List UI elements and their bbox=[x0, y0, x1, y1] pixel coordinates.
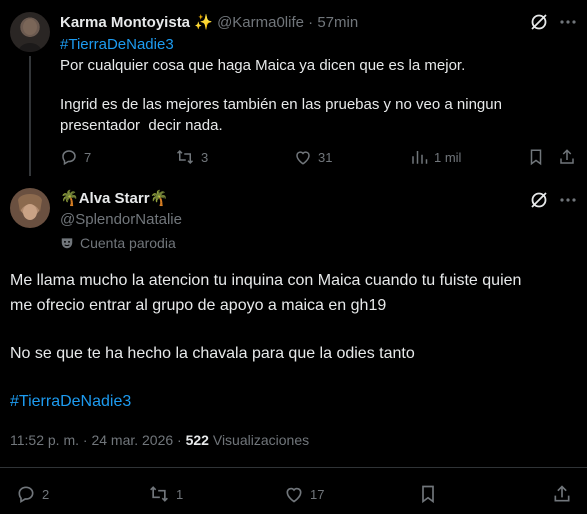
author-handle[interactable]: @Karma0life bbox=[217, 14, 304, 31]
reply-count: 7 bbox=[84, 149, 92, 165]
more-options-icon[interactable] bbox=[558, 12, 578, 32]
thread-connector-line bbox=[29, 56, 31, 176]
sparkles-emoji: ✨ bbox=[194, 14, 213, 31]
author-name[interactable]: Karma Montoyista bbox=[60, 14, 190, 31]
views-label: Visualizaciones bbox=[212, 432, 310, 448]
like-button[interactable]: 31 bbox=[294, 148, 332, 166]
tweet-time[interactable]: · 57min bbox=[308, 14, 358, 31]
author-name[interactable]: Alva Starr bbox=[79, 190, 150, 207]
like-count: 31 bbox=[318, 149, 333, 165]
grok-icon[interactable] bbox=[529, 190, 549, 210]
parody-label: Cuenta parodia bbox=[60, 235, 176, 251]
bookmark-icon[interactable] bbox=[527, 148, 545, 166]
retweet-icon bbox=[176, 149, 194, 165]
palm-tree-emoji: 🌴 bbox=[149, 190, 169, 207]
hashtag-link[interactable]: #TierraDeNadie3 bbox=[10, 393, 131, 411]
analytics-icon bbox=[412, 151, 428, 164]
avatar-karma[interactable] bbox=[10, 12, 50, 52]
parent-tweet-header: Karma Montoyista ✨ @Karma0life · 57min bbox=[60, 13, 358, 31]
hashtag-link[interactable]: #TierraDeNadie3 bbox=[60, 36, 174, 53]
heart-icon bbox=[296, 151, 310, 165]
parody-mask-icon bbox=[61, 238, 73, 249]
retweet-button[interactable]: 3 bbox=[175, 148, 208, 166]
retweet-count: 3 bbox=[201, 149, 209, 165]
tweet-meta: 11:52 p. m. · 24 mar. 2026 · 522 Visuali… bbox=[10, 432, 309, 448]
views-count: 522 bbox=[185, 432, 209, 448]
tweet-text-line: Me llama mucho la atencion tu inquina co… bbox=[10, 272, 522, 289]
divider bbox=[0, 467, 587, 468]
share-icon[interactable] bbox=[558, 148, 576, 166]
grok-icon[interactable] bbox=[529, 12, 549, 32]
reply-button[interactable]: 7 bbox=[60, 148, 91, 166]
like-count: 17 bbox=[310, 486, 325, 502]
reply-icon bbox=[62, 150, 76, 166]
palm-tree-emoji: 🌴 bbox=[60, 190, 79, 207]
reply-icon bbox=[18, 486, 34, 503]
tweet-text-line: Ingrid es de las mejores también en las … bbox=[60, 96, 502, 113]
views-button[interactable]: 1 mil bbox=[410, 148, 461, 166]
tweet-text-line: Por cualquier cosa que haga Maica ya dic… bbox=[60, 57, 466, 74]
avatar-alva[interactable] bbox=[10, 188, 50, 228]
reply-count: 2 bbox=[42, 486, 50, 502]
tweet-timestamp[interactable]: 11:52 p. m. · 24 mar. 2026 · bbox=[10, 432, 182, 448]
main-tweet-header: 🌴Alva Starr🌴 bbox=[60, 189, 168, 207]
like-button[interactable]: 17 bbox=[284, 484, 324, 504]
retweet-icon bbox=[150, 486, 168, 502]
tweet-text-line: me ofrecio entrar al grupo de apoyo a ma… bbox=[10, 297, 387, 314]
bookmark-icon[interactable] bbox=[418, 484, 438, 504]
tweet-text-line: presentador decir nada. bbox=[60, 117, 223, 134]
more-options-icon[interactable] bbox=[558, 190, 578, 210]
author-handle[interactable]: @SplendorNatalie bbox=[60, 211, 182, 228]
retweet-count: 1 bbox=[176, 486, 184, 502]
share-icon[interactable] bbox=[552, 484, 572, 504]
reply-button[interactable]: 2 bbox=[16, 484, 49, 504]
views-count: 1 mil bbox=[434, 149, 462, 165]
tweet-text-line: No se que te ha hecho la chavala para qu… bbox=[10, 345, 415, 362]
heart-icon bbox=[286, 487, 302, 503]
parody-label-text: Cuenta parodia bbox=[80, 235, 176, 251]
retweet-button[interactable]: 1 bbox=[148, 484, 183, 504]
